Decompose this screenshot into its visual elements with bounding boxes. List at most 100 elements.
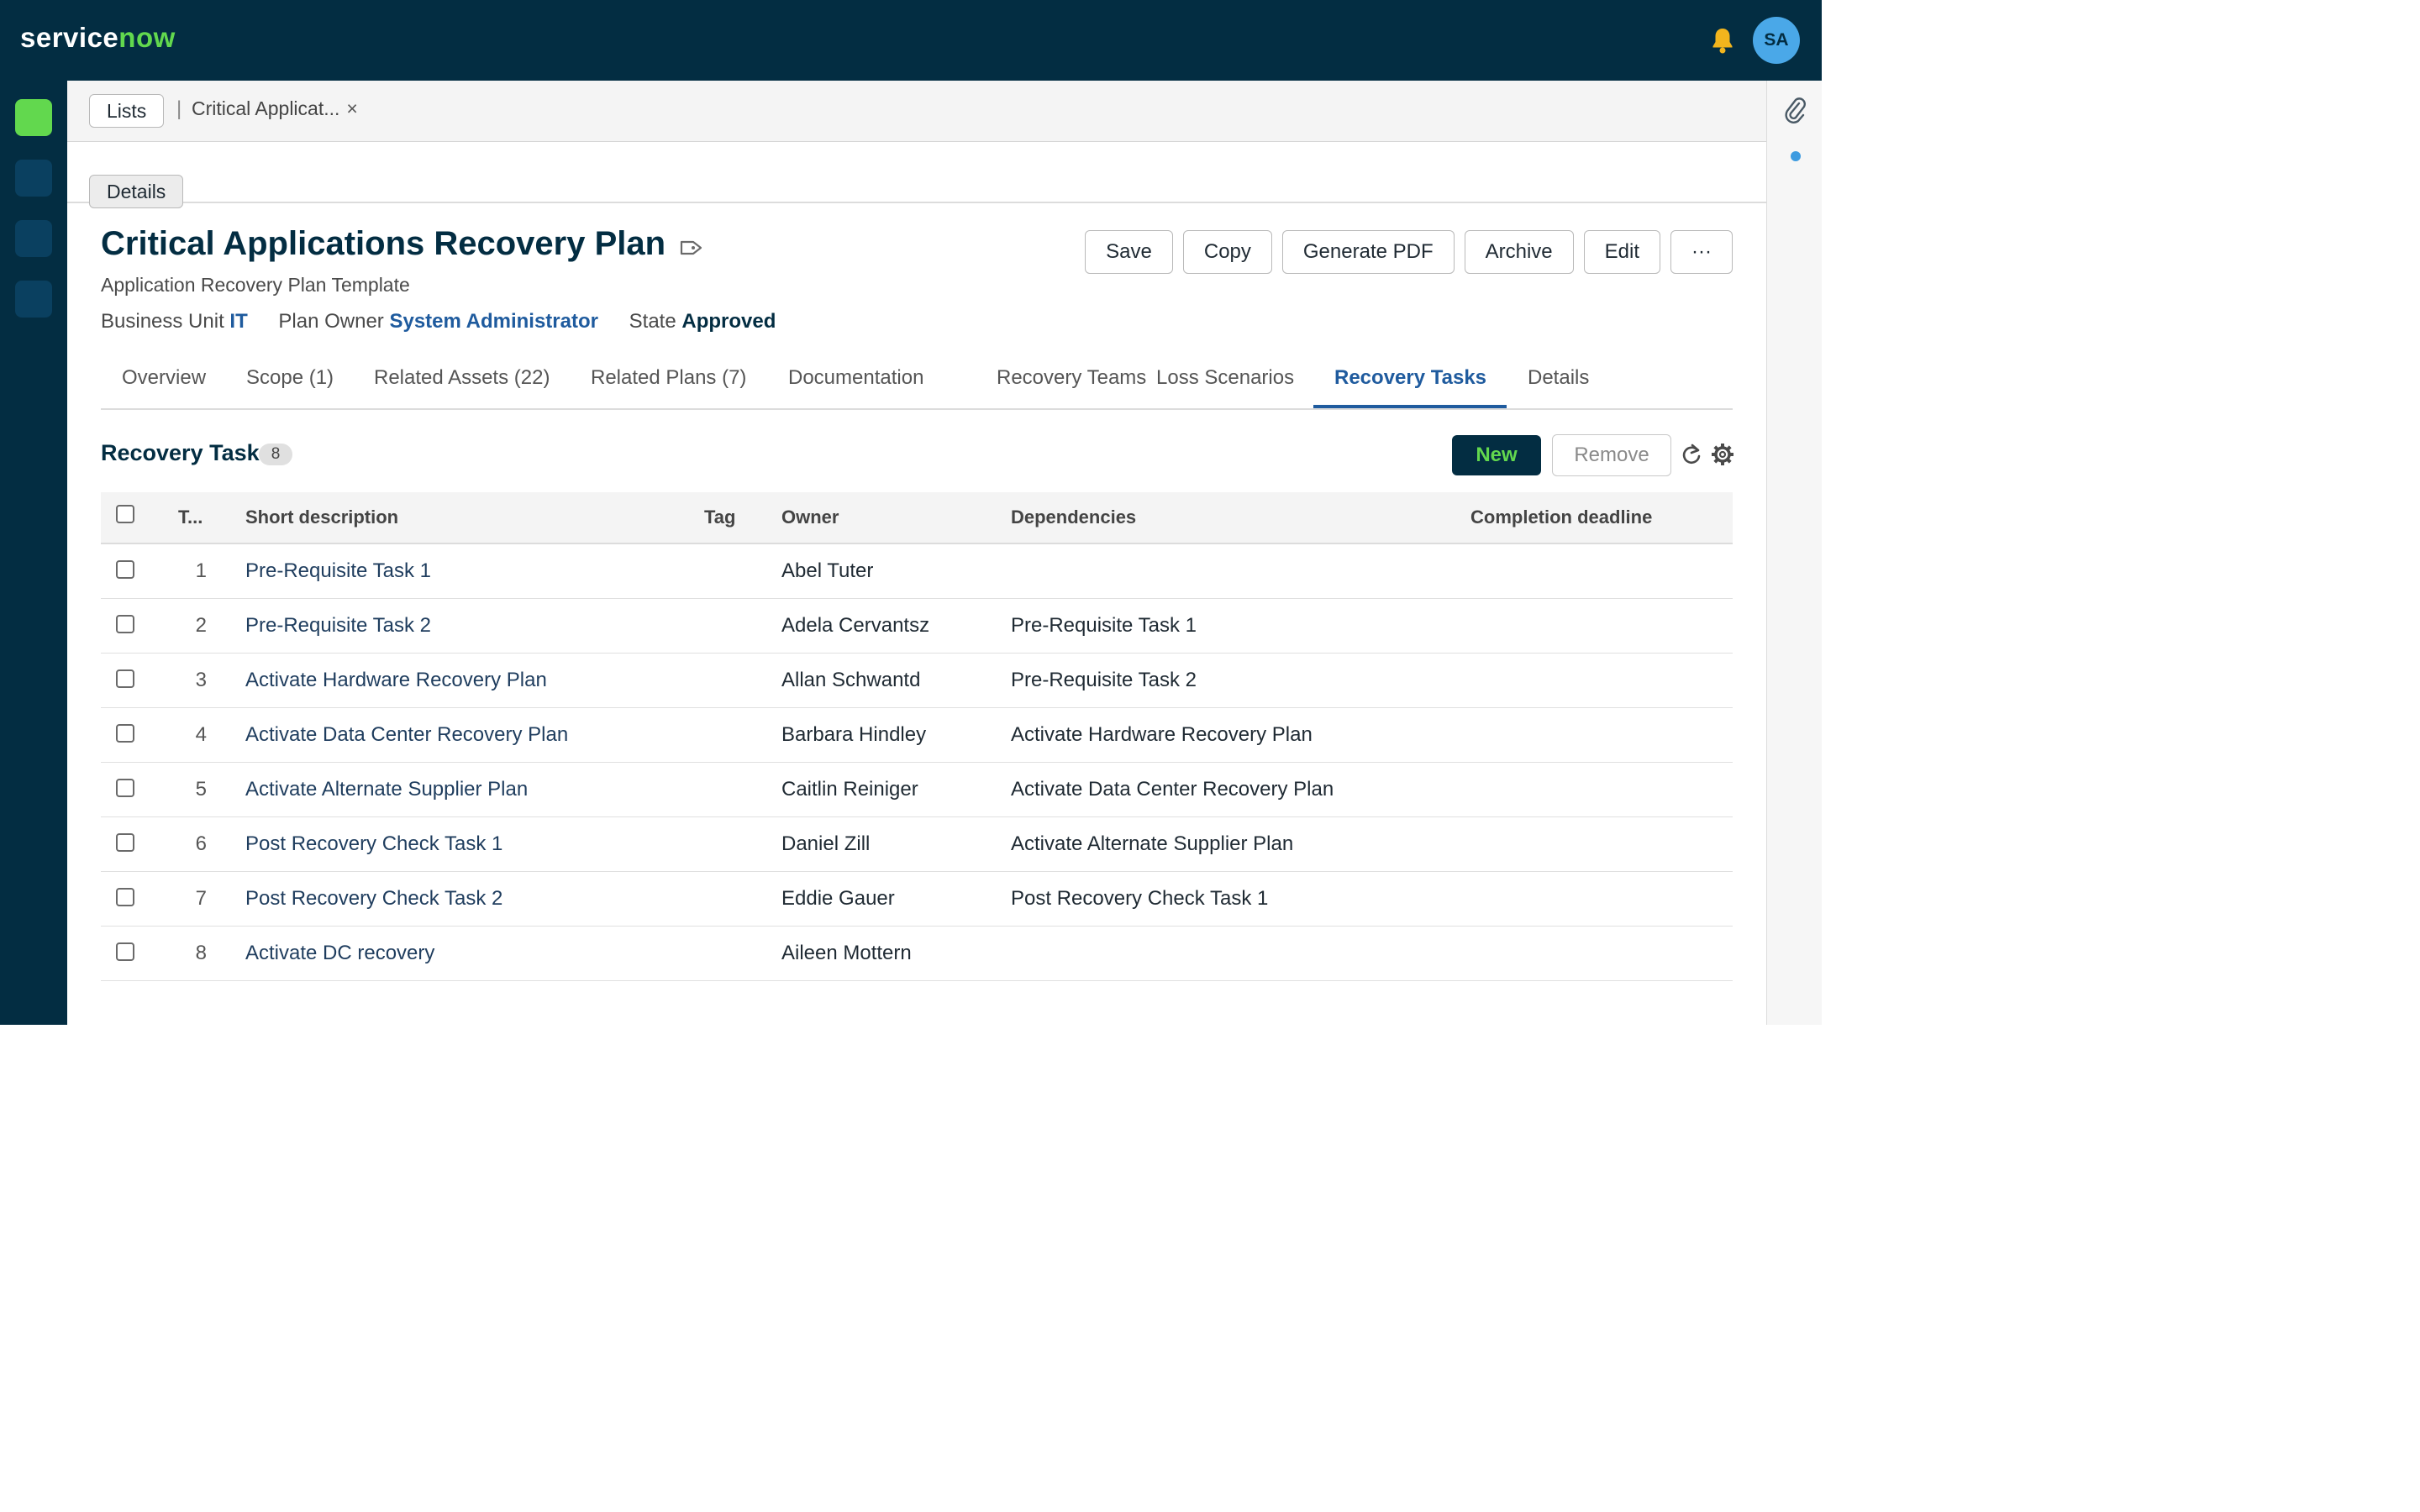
row-order: 5 xyxy=(195,778,207,801)
record-subtitle: Application Recovery Plan Template xyxy=(101,274,410,296)
row-dependencies[interactable]: Activate Data Center Recovery Plan xyxy=(1011,763,1334,816)
refresh-icon[interactable] xyxy=(1680,442,1703,467)
column-short-description[interactable]: Short description xyxy=(245,492,398,543)
tab-loss-scenarios[interactable]: Loss Scenarios xyxy=(1156,361,1294,408)
row-order: 4 xyxy=(195,723,207,746)
state-value: Approved xyxy=(681,310,776,333)
row-checkbox[interactable] xyxy=(116,724,134,743)
row-short-description[interactable]: Activate DC recovery xyxy=(245,927,434,980)
close-icon[interactable]: × xyxy=(346,97,357,119)
row-short-description[interactable]: Pre-Requisite Task 1 xyxy=(245,544,431,598)
row-dependencies[interactable]: Activate Alternate Supplier Plan xyxy=(1011,817,1293,871)
tab-recovery-teams[interactable]: Recovery Teams xyxy=(997,361,1146,408)
page-title: Critical Applications Recovery Plan xyxy=(101,225,666,262)
table-row[interactable]: 6 Post Recovery Check Task 1 Daniel Zill… xyxy=(101,817,1733,872)
column-dependencies[interactable]: Dependencies xyxy=(1011,492,1136,543)
archive-button[interactable]: Archive xyxy=(1464,230,1574,274)
table-row[interactable]: 5 Activate Alternate Supplier Plan Caitl… xyxy=(101,763,1733,817)
tab-details[interactable]: Details xyxy=(1528,361,1589,408)
table-row[interactable]: 8 Activate DC recovery Aileen Mottern xyxy=(101,927,1733,981)
business-unit-value[interactable]: IT xyxy=(229,310,247,333)
row-dependencies[interactable]: Activate Hardware Recovery Plan xyxy=(1011,708,1313,762)
row-short-description[interactable]: Activate Data Center Recovery Plan xyxy=(245,708,568,762)
rail-item-2[interactable] xyxy=(15,160,52,197)
more-actions-button[interactable]: ··· xyxy=(1670,230,1733,274)
related-list-title: Recovery Task xyxy=(101,440,260,465)
row-owner[interactable]: Daniel Zill xyxy=(781,817,870,871)
column-owner[interactable]: Owner xyxy=(781,492,839,543)
breadcrumb-separator: | xyxy=(176,97,182,120)
user-avatar[interactable]: SA xyxy=(1753,17,1800,64)
record-tab-label: Critical Applicat... xyxy=(192,97,340,119)
tag-icon[interactable] xyxy=(679,238,704,258)
row-short-description[interactable]: Activate Hardware Recovery Plan xyxy=(245,654,547,707)
record-tab[interactable]: Critical Applicat... × xyxy=(192,97,358,120)
table-row[interactable]: 7 Post Recovery Check Task 2 Eddie Gauer… xyxy=(101,872,1733,927)
rail-item-home[interactable] xyxy=(15,99,52,136)
logo-now: now xyxy=(118,22,176,53)
servicenow-logo[interactable]: servicenow xyxy=(20,22,176,54)
lists-button[interactable]: Lists xyxy=(89,94,165,128)
row-short-description[interactable]: Post Recovery Check Task 1 xyxy=(245,817,502,871)
row-short-description[interactable]: Pre-Requisite Task 2 xyxy=(245,599,431,653)
row-owner[interactable]: Aileen Mottern xyxy=(781,927,912,980)
count-badge: 8 xyxy=(259,444,292,465)
row-checkbox[interactable] xyxy=(116,560,134,579)
row-checkbox[interactable] xyxy=(116,779,134,797)
table-row[interactable]: 4 Activate Data Center Recovery Plan Bar… xyxy=(101,708,1733,763)
row-dependencies[interactable]: Pre-Requisite Task 1 xyxy=(1011,599,1197,653)
table-row[interactable]: 2 Pre-Requisite Task 2 Adela Cervantsz P… xyxy=(101,599,1733,654)
row-owner[interactable]: Adela Cervantsz xyxy=(781,599,929,653)
row-owner[interactable]: Barbara Hindley xyxy=(781,708,926,762)
row-owner[interactable]: Caitlin Reiniger xyxy=(781,763,918,816)
plan-owner-value[interactable]: System Administrator xyxy=(389,310,598,333)
row-order: 8 xyxy=(195,942,207,964)
row-checkbox[interactable] xyxy=(116,615,134,633)
row-checkbox[interactable] xyxy=(116,833,134,852)
tab-documentation[interactable]: Documentation xyxy=(788,361,923,408)
tab-related-assets[interactable]: Related Assets (22) xyxy=(374,361,550,408)
row-dependencies[interactable]: Post Recovery Check Task 1 xyxy=(1011,872,1268,926)
rail-item-4[interactable] xyxy=(15,281,52,318)
row-short-description[interactable]: Post Recovery Check Task 2 xyxy=(245,872,502,926)
row-owner[interactable]: Allan Schwantd xyxy=(781,654,920,707)
left-nav-rail xyxy=(0,81,67,1025)
business-unit-label: Business Unit xyxy=(101,310,224,333)
tab-related-plans[interactable]: Related Plans (7) xyxy=(591,361,746,408)
tab-scope[interactable]: Scope (1) xyxy=(246,361,334,408)
row-order: 6 xyxy=(195,832,207,855)
copy-button[interactable]: Copy xyxy=(1182,230,1272,274)
row-checkbox[interactable] xyxy=(116,942,134,961)
save-button[interactable]: Save xyxy=(1085,230,1173,274)
select-all-checkbox[interactable] xyxy=(116,505,134,523)
generate-pdf-button[interactable]: Generate PDF xyxy=(1281,230,1455,274)
row-short-description[interactable]: Activate Alternate Supplier Plan xyxy=(245,763,528,816)
row-checkbox[interactable] xyxy=(116,669,134,688)
row-order: 2 xyxy=(195,614,207,637)
plan-owner-label: Plan Owner xyxy=(278,310,384,333)
row-order: 7 xyxy=(195,887,207,910)
row-checkbox[interactable] xyxy=(116,888,134,906)
row-owner[interactable]: Abel Tuter xyxy=(781,544,873,598)
new-button[interactable]: New xyxy=(1452,435,1541,475)
recovery-task-table: T... Short description Tag Owner Depende… xyxy=(101,492,1733,981)
row-dependencies[interactable]: Pre-Requisite Task 2 xyxy=(1011,654,1197,707)
table-row[interactable]: 3 Activate Hardware Recovery Plan Allan … xyxy=(101,654,1733,708)
rail-item-3[interactable] xyxy=(15,220,52,257)
tab-recovery-tasks[interactable]: Recovery Tasks xyxy=(1334,361,1486,408)
column-completion-deadline[interactable]: Completion deadline xyxy=(1470,492,1652,543)
tab-overview[interactable]: Overview xyxy=(122,361,206,408)
row-owner[interactable]: Eddie Gauer xyxy=(781,872,895,926)
row-order: 3 xyxy=(195,669,207,691)
table-row[interactable]: 1 Pre-Requisite Task 1 Abel Tuter xyxy=(101,544,1733,599)
remove-button[interactable]: Remove xyxy=(1552,434,1671,476)
bell-icon[interactable] xyxy=(1706,24,1739,57)
gear-icon[interactable] xyxy=(1710,442,1735,467)
column-tag[interactable]: Tag xyxy=(704,492,735,543)
active-tab-underline xyxy=(1313,405,1507,408)
details-button[interactable]: Details xyxy=(89,175,184,208)
logo-service: service xyxy=(20,22,119,53)
paperclip-icon[interactable] xyxy=(1779,94,1811,126)
edit-button[interactable]: Edit xyxy=(1583,230,1661,274)
column-order[interactable]: T... xyxy=(178,492,203,543)
